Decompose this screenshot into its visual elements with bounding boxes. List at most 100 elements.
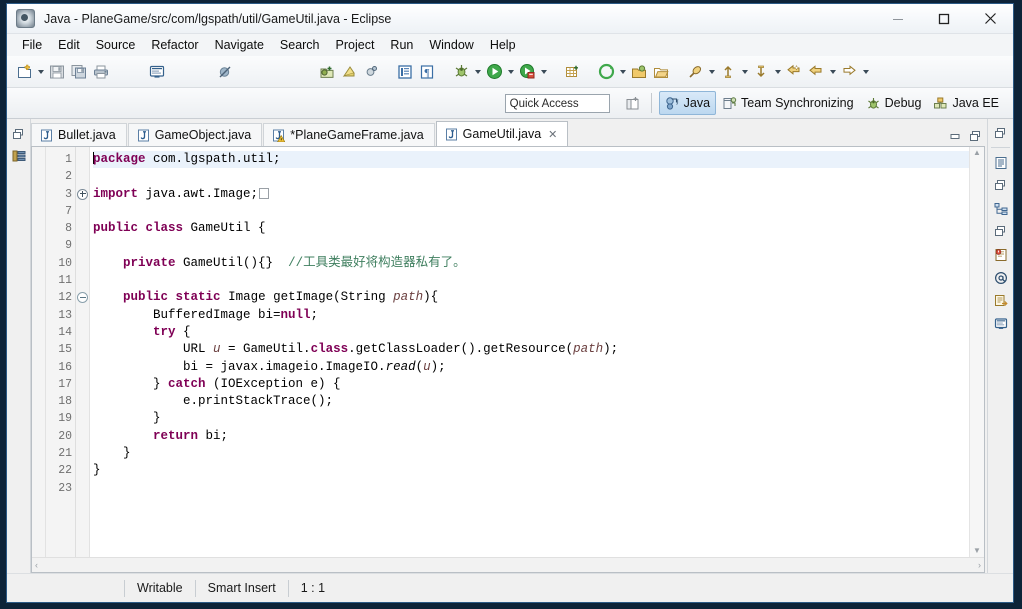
maximize-button[interactable] xyxy=(921,4,967,33)
previous-annotation-icon[interactable] xyxy=(717,61,739,83)
toggle-console-icon[interactable] xyxy=(146,61,168,83)
last-edit-location-icon[interactable] xyxy=(783,61,805,83)
code-line[interactable]: e.printStackTrace(); xyxy=(93,393,969,410)
open-type-icon[interactable] xyxy=(394,61,416,83)
code-line[interactable] xyxy=(93,168,969,185)
fold-expand-icon[interactable] xyxy=(77,186,88,203)
editor-tab-planegameframe-java[interactable]: *PlaneGameFrame.java xyxy=(263,123,435,146)
editor-horizontal-scrollbar[interactable]: ‹ › xyxy=(32,557,984,572)
menu-window[interactable]: Window xyxy=(421,35,481,55)
menu-search[interactable]: Search xyxy=(272,35,328,55)
new-java-class-icon[interactable] xyxy=(338,61,360,83)
code-line[interactable] xyxy=(93,237,969,254)
search-pin-icon[interactable] xyxy=(684,61,706,83)
print-icon[interactable] xyxy=(90,61,112,83)
console-view-icon[interactable] xyxy=(990,312,1012,335)
menu-refactor[interactable]: Refactor xyxy=(143,35,206,55)
declaration-view-icon[interactable] xyxy=(990,289,1012,312)
annotation-ruler[interactable] xyxy=(32,147,46,557)
code-line[interactable]: private GameUtil(){} //工具类最好将构造器私有了。 xyxy=(93,255,969,272)
menu-run[interactable]: Run xyxy=(382,35,421,55)
new-wizard-icon[interactable] xyxy=(13,61,35,83)
editor-tab-gameutil-java[interactable]: GameUtil.java ✕ xyxy=(435,121,569,146)
code-line[interactable]: public class GameUtil { xyxy=(93,220,969,237)
code-line[interactable]: BufferedImage bi=null; xyxy=(93,307,969,324)
code-line[interactable]: public static Image getImage(String path… xyxy=(93,289,969,306)
code-line[interactable]: import java.awt.Image; xyxy=(93,186,969,203)
new-java-package-icon[interactable] xyxy=(316,61,338,83)
run-dropdown-arrow[interactable] xyxy=(505,61,516,83)
code-line[interactable] xyxy=(93,203,969,220)
debug-dropdown-arrow[interactable] xyxy=(472,61,483,83)
code-line[interactable] xyxy=(93,272,969,289)
restore-icon[interactable] xyxy=(990,220,1012,243)
package-explorer-icon[interactable] xyxy=(9,145,29,167)
editor-vertical-scrollbar[interactable]: ▲ ▼ xyxy=(969,147,984,557)
restore-icon[interactable] xyxy=(9,123,29,145)
code-line[interactable]: } xyxy=(93,410,969,427)
editor-tab-bullet-java[interactable]: Bullet.java xyxy=(31,123,127,146)
perspective-java-ee[interactable]: Java EE xyxy=(927,91,1005,115)
run-icon[interactable] xyxy=(483,61,505,83)
open-task-icon[interactable]: ¶ xyxy=(416,61,438,83)
close-icon[interactable]: ✕ xyxy=(548,128,557,141)
menu-project[interactable]: Project xyxy=(328,35,383,55)
menu-file[interactable]: File xyxy=(14,35,50,55)
menu-source[interactable]: Source xyxy=(88,35,144,55)
perspective-java[interactable]: J Java xyxy=(658,91,717,115)
maximize-editor-button[interactable] xyxy=(966,127,983,144)
coverage-icon[interactable] xyxy=(516,61,538,83)
external-tools-dropdown-arrow[interactable] xyxy=(617,61,628,83)
menu-help[interactable]: Help xyxy=(482,35,524,55)
code-line[interactable]: } xyxy=(93,462,969,479)
coverage-dropdown-arrow[interactable] xyxy=(538,61,549,83)
back-dropdown-arrow[interactable] xyxy=(827,61,838,83)
open-perspective-icon[interactable] xyxy=(628,61,650,83)
scroll-up-arrow[interactable]: ▲ xyxy=(973,149,981,157)
code-line[interactable]: return bi; xyxy=(93,428,969,445)
quick-access-input[interactable]: Quick Access xyxy=(504,93,610,113)
forward-dropdown-arrow[interactable] xyxy=(860,61,871,83)
menu-edit[interactable]: Edit xyxy=(50,35,88,55)
collapsed-imports-placeholder[interactable] xyxy=(259,187,270,199)
perspective-debug[interactable]: Debug xyxy=(860,91,928,115)
close-button[interactable] xyxy=(967,4,1013,33)
code-line[interactable] xyxy=(93,480,969,497)
editor-tab-gameobject-java[interactable]: GameObject.java xyxy=(127,123,263,146)
minimize-editor-button[interactable] xyxy=(946,127,963,144)
fold-collapse-icon[interactable] xyxy=(77,289,88,306)
restore-icon[interactable] xyxy=(990,122,1012,145)
hierarchy-view-icon[interactable] xyxy=(990,197,1012,220)
code-line[interactable]: package com.lgspath.util; xyxy=(93,151,969,169)
previous-annotation-dropdown-arrow[interactable] xyxy=(739,61,750,83)
new-java-interface-icon[interactable] xyxy=(360,61,382,83)
next-annotation-dropdown-arrow[interactable] xyxy=(772,61,783,83)
open-folder-icon[interactable] xyxy=(650,61,672,83)
forward-icon[interactable] xyxy=(838,61,860,83)
next-annotation-icon[interactable] xyxy=(750,61,772,83)
search-dropdown-arrow[interactable] xyxy=(706,61,717,83)
code-line[interactable]: URL u = GameUtil.class.getClassLoader().… xyxy=(93,341,969,358)
code-line[interactable]: } xyxy=(93,445,969,462)
code-line[interactable]: } catch (IOException e) { xyxy=(93,376,969,393)
javadoc-view-icon[interactable] xyxy=(990,266,1012,289)
new-table-icon[interactable] xyxy=(561,61,583,83)
outline-view-icon[interactable] xyxy=(990,151,1012,174)
folding-ruler[interactable] xyxy=(76,147,90,557)
minimize-button[interactable] xyxy=(875,4,921,33)
perspective-team-synchronizing[interactable]: Team Synchronizing xyxy=(716,91,860,115)
save-icon[interactable] xyxy=(46,61,68,83)
menu-navigate[interactable]: Navigate xyxy=(207,35,272,55)
code-line[interactable]: bi = javax.imageio.ImageIO.read(u); xyxy=(93,359,969,376)
code-text-area[interactable]: package com.lgspath.util; import java.aw… xyxy=(90,147,969,557)
debug-icon[interactable] xyxy=(450,61,472,83)
back-icon[interactable] xyxy=(805,61,827,83)
save-all-icon[interactable] xyxy=(68,61,90,83)
external-tools-icon[interactable] xyxy=(595,61,617,83)
open-perspective-icon[interactable] xyxy=(622,92,644,114)
scroll-right-arrow[interactable]: › xyxy=(978,560,981,570)
skip-breakpoints-icon[interactable] xyxy=(214,61,236,83)
problems-view-icon[interactable] xyxy=(990,243,1012,266)
restore-icon[interactable] xyxy=(990,174,1012,197)
code-line[interactable]: try { xyxy=(93,324,969,341)
